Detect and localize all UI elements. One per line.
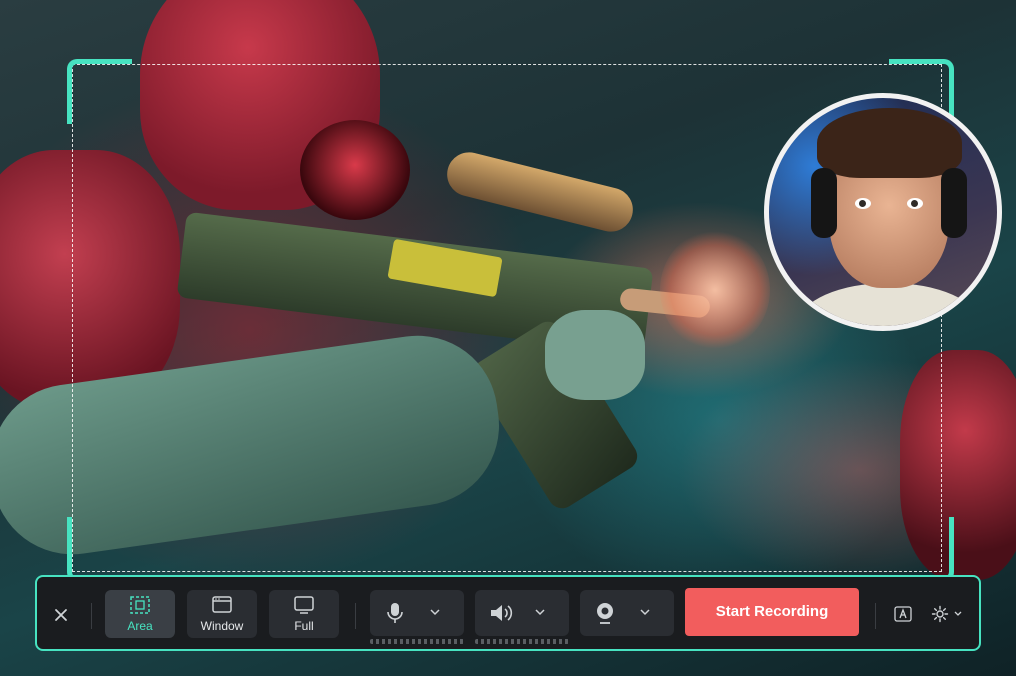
gear-icon bbox=[931, 605, 949, 623]
mode-area-label: Area bbox=[127, 619, 153, 633]
selection-handle-top-left[interactable] bbox=[67, 59, 132, 124]
chevron-down-icon[interactable] bbox=[428, 602, 442, 622]
system-audio-level-meter bbox=[475, 639, 569, 644]
chevron-down-icon[interactable] bbox=[533, 602, 547, 622]
toolbar-divider bbox=[875, 603, 876, 629]
selection-handle-bottom-right[interactable] bbox=[889, 517, 954, 582]
toolbar-divider bbox=[355, 603, 356, 629]
webcam-preview[interactable] bbox=[764, 93, 1002, 331]
chevron-down-icon bbox=[954, 611, 962, 616]
recording-toolbar: Area Window Full Start Recording bbox=[35, 575, 981, 651]
microphone-selector[interactable] bbox=[370, 590, 464, 636]
close-icon bbox=[55, 609, 67, 621]
webcam-icon bbox=[597, 603, 613, 624]
close-button[interactable] bbox=[49, 603, 73, 627]
selection-handle-bottom-left[interactable] bbox=[67, 517, 132, 582]
webcam-selector[interactable] bbox=[580, 590, 674, 636]
speaker-icon bbox=[491, 605, 513, 621]
mode-window-label: Window bbox=[200, 619, 244, 633]
headphone-left bbox=[811, 168, 837, 238]
mode-full-label: Full bbox=[294, 619, 314, 633]
mode-full-button[interactable]: Full bbox=[269, 590, 339, 638]
webcam-person-shirt bbox=[799, 283, 979, 326]
monitor-icon bbox=[294, 596, 314, 614]
chevron-down-icon[interactable] bbox=[638, 602, 652, 622]
webcam-person-hair bbox=[817, 108, 962, 178]
microphone-icon bbox=[387, 603, 403, 623]
mode-window-button[interactable]: Window bbox=[187, 590, 257, 638]
window-icon bbox=[212, 596, 232, 613]
area-select-icon bbox=[130, 596, 150, 614]
captions-button[interactable] bbox=[888, 599, 918, 629]
webcam-person-eye bbox=[907, 198, 923, 209]
caption-a-icon bbox=[894, 606, 912, 622]
toolbar-divider bbox=[91, 603, 92, 629]
mode-area-button[interactable]: Area bbox=[105, 590, 175, 638]
microphone-level-meter bbox=[370, 639, 464, 644]
headphone-right bbox=[941, 168, 967, 238]
start-recording-button[interactable]: Start Recording bbox=[685, 588, 859, 636]
settings-button[interactable] bbox=[927, 599, 967, 629]
system-audio-selector[interactable] bbox=[475, 590, 569, 636]
webcam-person-eye bbox=[855, 198, 871, 209]
